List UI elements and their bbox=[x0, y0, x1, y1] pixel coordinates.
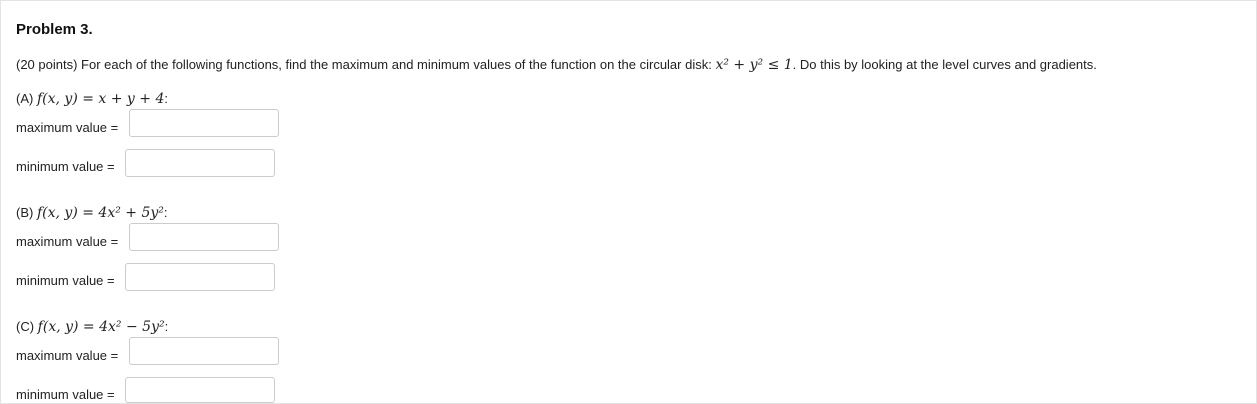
part-c-heading: (C) f(x, y) = 4x² − 5y²: bbox=[16, 319, 169, 335]
part-c-min-label: minimum value = bbox=[16, 387, 115, 402]
disk-inequality: x² + y² ≤ 1 bbox=[715, 57, 793, 73]
part-c-label: (C) bbox=[16, 319, 35, 334]
part-c-max-label: maximum value = bbox=[16, 348, 119, 363]
part-c-function: f(x, y) = 4x² − 5y² bbox=[37, 319, 165, 335]
part-b-max-label: maximum value = bbox=[16, 234, 119, 249]
prompt-prefix: (20 points) For each of the following fu… bbox=[16, 57, 716, 72]
problem-title: Problem 3. bbox=[16, 21, 93, 38]
prompt-suffix: . Do this by looking at the level curves… bbox=[792, 57, 1097, 72]
part-a-min-input[interactable] bbox=[125, 149, 275, 177]
part-c-min-input[interactable] bbox=[125, 377, 275, 403]
part-a-max-input[interactable] bbox=[129, 109, 279, 137]
part-a-max-label: maximum value = bbox=[16, 120, 119, 135]
part-a-function: f(x, y) = x + y + 4 bbox=[36, 91, 165, 107]
problem-prompt: (20 points) For each of the following fu… bbox=[16, 57, 1097, 73]
part-b-max-input[interactable] bbox=[129, 223, 279, 251]
part-a-min-label: minimum value = bbox=[16, 159, 115, 174]
part-b-min-input[interactable] bbox=[125, 263, 275, 291]
part-b-min-label: minimum value = bbox=[16, 273, 115, 288]
part-a-label: (A) bbox=[16, 91, 34, 106]
problem-container: Problem 3. (20 points) For each of the f… bbox=[0, 0, 1257, 404]
part-b-label: (B) bbox=[16, 205, 34, 220]
part-a-heading: (A) f(x, y) = x + y + 4: bbox=[16, 91, 169, 107]
part-c-max-input[interactable] bbox=[129, 337, 279, 365]
part-b-function: f(x, y) = 4x² + 5y² bbox=[36, 205, 164, 221]
part-b-heading: (B) f(x, y) = 4x² + 5y²: bbox=[16, 205, 168, 221]
